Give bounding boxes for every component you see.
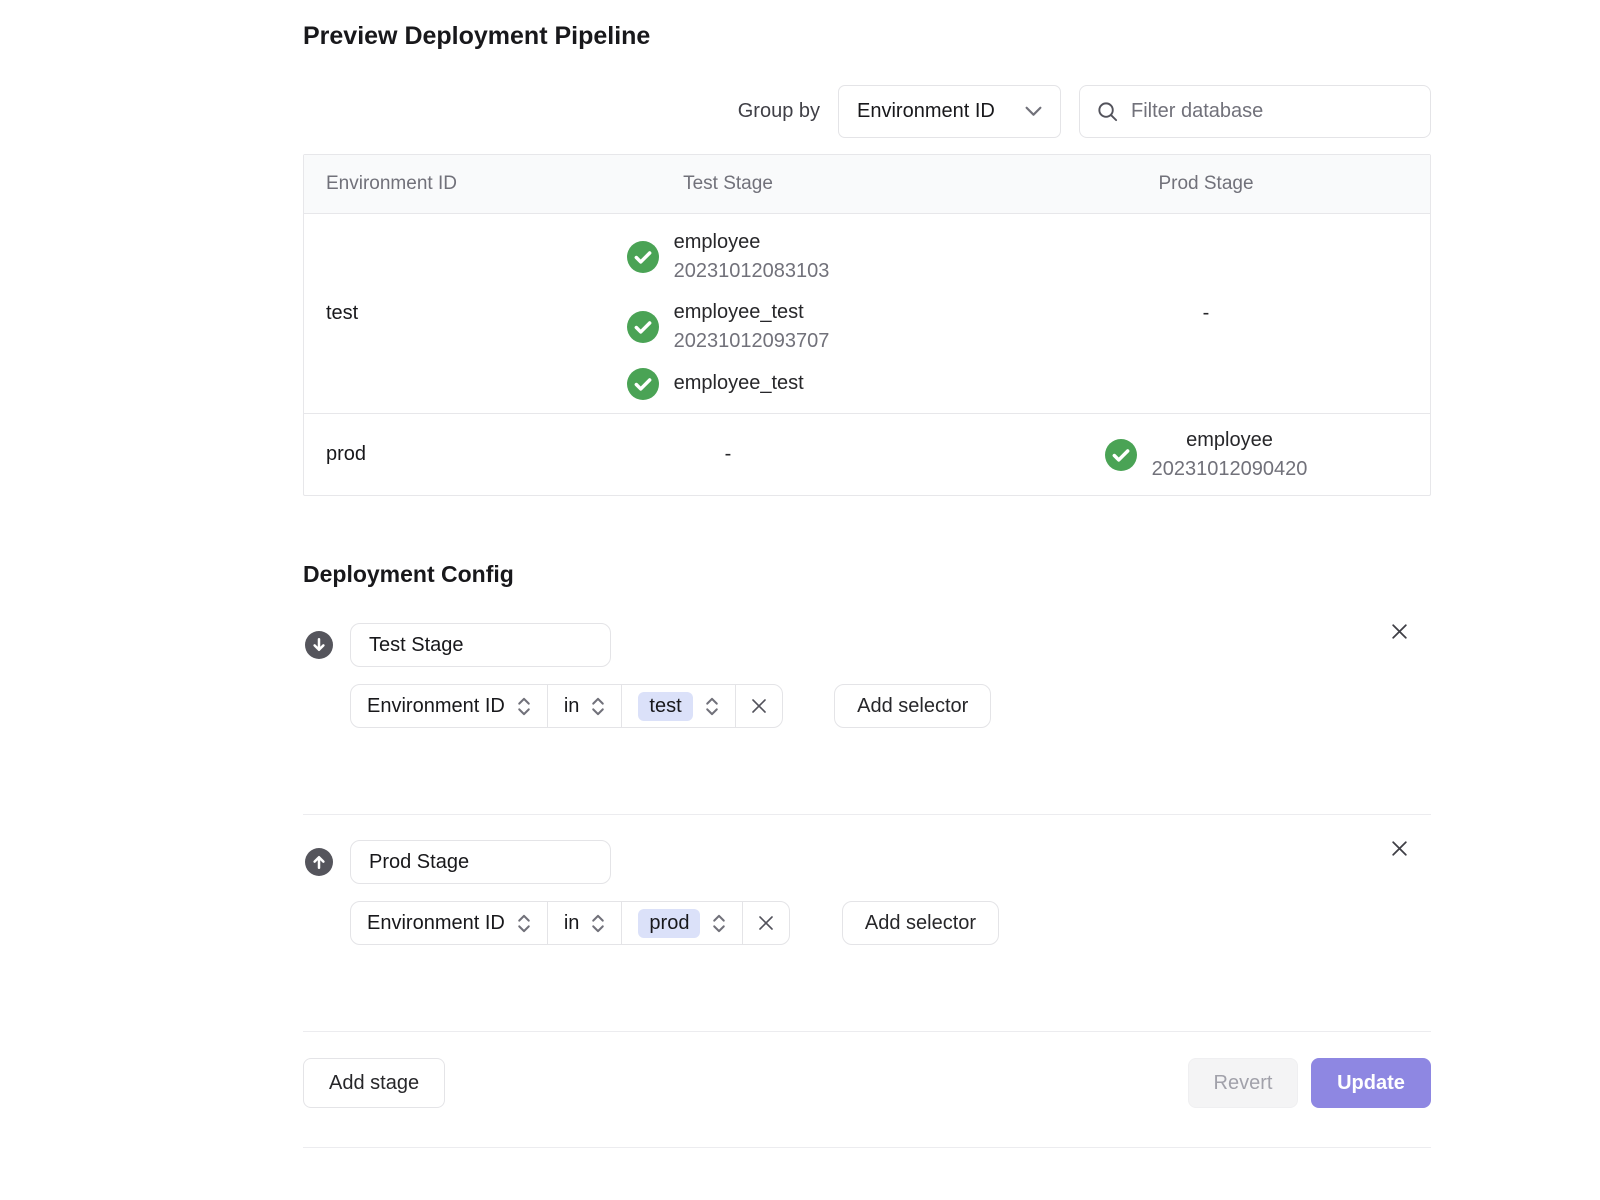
close-icon <box>756 913 776 933</box>
add-selector-button[interactable]: Add selector <box>842 901 999 945</box>
toolbar: Group by Environment ID <box>738 85 1431 138</box>
search-icon <box>1096 100 1119 123</box>
database-text: employee 20231012083103 <box>674 228 830 286</box>
database-item: employee_test <box>627 368 830 400</box>
database-version: 20231012093707 <box>674 327 830 356</box>
selector-operator-select[interactable]: in <box>547 685 622 727</box>
selector-value-tag: prod <box>638 909 700 938</box>
remove-stage-button[interactable] <box>1386 618 1412 644</box>
config-footer: Add stage Revert Update <box>303 1058 1431 1108</box>
remove-selector-button[interactable] <box>735 685 782 727</box>
group-by-label: Group by <box>738 100 820 123</box>
selector-rule: Environment ID in prod <box>350 901 790 945</box>
column-header-test-stage: Test Stage <box>474 173 982 195</box>
stage-divider <box>303 814 1431 815</box>
database-text: employee_test 20231012093707 <box>674 298 830 356</box>
selector-value-select[interactable]: test <box>621 685 734 727</box>
check-circle-icon <box>627 311 659 343</box>
database-item: employee 20231012083103 <box>627 228 830 286</box>
group-by-select[interactable]: Environment ID <box>838 85 1061 138</box>
database-text: employee_test <box>674 369 804 398</box>
check-circle-icon <box>1105 439 1137 471</box>
page-title: Preview Deployment Pipeline <box>303 22 650 51</box>
update-button[interactable]: Update <box>1311 1058 1431 1108</box>
table-row-prod: prod - employee 20231012090420 <box>304 413 1430 495</box>
selector-value-select[interactable]: prod <box>621 902 742 944</box>
database-item: employee_test 20231012093707 <box>627 298 830 356</box>
selector-rule: Environment ID in test <box>350 684 783 728</box>
pipeline-table-header: Environment ID Test Stage Prod Stage <box>304 155 1430 214</box>
arrow-down-circle-icon[interactable] <box>305 631 333 659</box>
close-icon <box>1389 838 1410 859</box>
database-item: employee 20231012090420 <box>1105 426 1308 484</box>
revert-button[interactable]: Revert <box>1188 1058 1298 1108</box>
close-icon <box>1389 621 1410 642</box>
database-text: employee 20231012090420 <box>1152 426 1308 484</box>
selector-key-select[interactable]: Environment ID <box>351 685 547 727</box>
selector-key-value: Environment ID <box>367 695 505 718</box>
database-version: 20231012083103 <box>674 257 830 286</box>
environment-id-cell: prod <box>304 443 474 466</box>
deployment-config-title: Deployment Config <box>303 561 514 588</box>
database-name: employee_test <box>674 298 830 327</box>
chevron-down-icon <box>1025 106 1042 117</box>
selector-key-value: Environment ID <box>367 912 505 935</box>
chevrons-up-down-icon <box>517 696 531 717</box>
prod-stage-cell-empty: - <box>982 302 1430 325</box>
database-name: employee <box>674 228 830 257</box>
prod-stage-cell: employee 20231012090420 <box>982 426 1430 484</box>
column-header-environment-id: Environment ID <box>304 173 474 195</box>
database-name: employee_test <box>674 369 804 398</box>
stage-name-row <box>303 623 1431 667</box>
table-row-test: test employee 20231012083103 <box>304 214 1430 413</box>
chevrons-up-down-icon <box>591 913 605 934</box>
test-stage-cell: employee 20231012083103 employee_test 20… <box>474 228 982 400</box>
main-content: Preview Deployment Pipeline Group by Env… <box>303 0 1431 1200</box>
check-circle-icon <box>627 241 659 273</box>
arrow-up-circle-icon[interactable] <box>305 848 333 876</box>
database-list: employee 20231012083103 employee_test 20… <box>627 228 830 400</box>
chevrons-up-down-icon <box>705 696 719 717</box>
stage-name-row <box>303 840 1431 884</box>
add-selector-button[interactable]: Add selector <box>834 684 991 728</box>
selector-value-tag: test <box>638 692 692 721</box>
bottom-divider <box>303 1147 1431 1148</box>
chevrons-up-down-icon <box>591 696 605 717</box>
stage-name-input[interactable] <box>350 840 611 884</box>
filter-database-search[interactable] <box>1079 85 1431 138</box>
column-header-prod-stage: Prod Stage <box>982 173 1430 195</box>
environment-id-cell: test <box>304 302 474 325</box>
selector-operator-value: in <box>564 912 580 935</box>
add-stage-button[interactable]: Add stage <box>303 1058 445 1108</box>
database-version: 20231012090420 <box>1152 455 1308 484</box>
close-icon <box>749 696 769 716</box>
remove-selector-button[interactable] <box>742 902 789 944</box>
selector-key-select[interactable]: Environment ID <box>351 902 547 944</box>
chevrons-up-down-icon <box>712 913 726 934</box>
check-circle-icon <box>627 368 659 400</box>
test-stage-cell-empty: - <box>474 443 982 466</box>
search-input[interactable] <box>1131 100 1414 123</box>
footer-actions: Revert Update <box>1188 1058 1431 1108</box>
pipeline-table: Environment ID Test Stage Prod Stage tes… <box>303 154 1431 496</box>
stage-name-input[interactable] <box>350 623 611 667</box>
selector-operator-select[interactable]: in <box>547 902 622 944</box>
stage-config-test: Environment ID in test <box>303 623 1431 728</box>
database-name: employee <box>1152 426 1308 455</box>
group-by-selected-value: Environment ID <box>857 100 995 123</box>
footer-divider <box>303 1031 1431 1032</box>
chevrons-up-down-icon <box>517 913 531 934</box>
remove-stage-button[interactable] <box>1386 835 1412 861</box>
selector-operator-value: in <box>564 695 580 718</box>
stage-config-prod: Environment ID in prod <box>303 840 1431 945</box>
page: Preview Deployment Pipeline Group by Env… <box>0 0 1600 1200</box>
